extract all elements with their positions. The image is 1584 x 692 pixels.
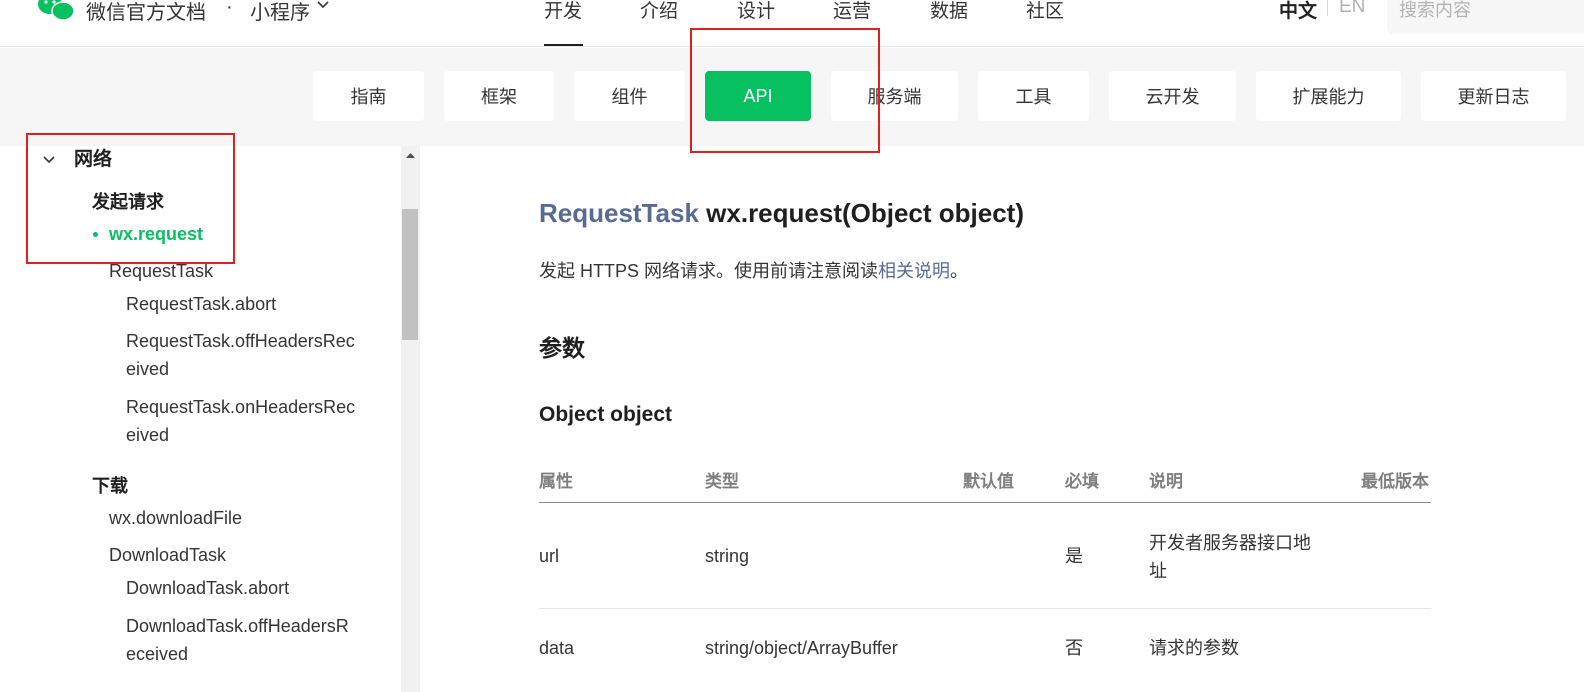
chevron-down-icon[interactable] (42, 153, 56, 167)
sidebar-scrollbar-thumb[interactable] (402, 209, 418, 340)
tab-guide[interactable]: 指南 (313, 71, 424, 121)
nav-design[interactable]: 设计 (737, 0, 775, 23)
table-header-desc: 说明 (1149, 472, 1183, 491)
sidebar-item-requesttask-onheaders-cont[interactable]: eived (126, 421, 169, 449)
return-type-link[interactable]: RequestTask (539, 198, 699, 228)
desc-text: 发起 HTTPS 网络请求。使用前请注意阅读 (539, 261, 879, 281)
table-header-default: 默认值 (963, 472, 1014, 491)
table-cell-required: 否 (1065, 638, 1083, 658)
sidebar-item-wx-request[interactable]: wx.request (109, 220, 203, 248)
product-selector[interactable]: 小程序 (250, 0, 310, 25)
lang-en-link[interactable]: EN (1339, 0, 1365, 18)
tab-api[interactable]: API (705, 71, 811, 121)
sidebar-item-requesttask-onheaders[interactable]: RequestTask.onHeadersRec (126, 393, 355, 421)
table-cell-required: 是 (1065, 546, 1083, 566)
tab-tools[interactable]: 工具 (978, 71, 1089, 121)
table-cell-type: string (705, 546, 750, 566)
active-bullet-icon (93, 232, 98, 237)
wechat-logo-icon[interactable] (36, 0, 76, 22)
tab-extensions[interactable]: 扩展能力 (1256, 71, 1401, 121)
search-placeholder: 搜索内容 (1399, 0, 1471, 20)
table-cell-desc-cont: 址 (1149, 561, 1167, 581)
nav-data[interactable]: 数据 (930, 0, 968, 23)
tab-framework[interactable]: 框架 (444, 71, 554, 121)
sidebar-item-downloadtask-offheaders-cont[interactable]: eceived (126, 640, 188, 668)
tab-server[interactable]: 服务端 (831, 71, 958, 121)
table-cell-type: string/object/ArrayBuffer (705, 638, 898, 658)
table-header-property: 属性 (539, 472, 573, 491)
table-cell-name: data (539, 638, 575, 658)
lang-zh-link[interactable]: 中文 (1279, 0, 1317, 23)
table-header-type: 类型 (705, 472, 739, 491)
brand-separator: · (226, 0, 233, 18)
table-cell-name: url (539, 546, 560, 566)
desc-suffix: 。 (950, 261, 969, 281)
object-heading: Object object (539, 403, 673, 426)
table-header-version: 最低版本 (1361, 472, 1429, 491)
lang-divider (1327, 0, 1328, 16)
sidebar-group-network[interactable]: 网络 (74, 146, 112, 174)
sidebar-item-downloadtask-offheaders[interactable]: DownloadTask.offHeadersR (126, 612, 349, 640)
table-header-required: 必填 (1065, 472, 1099, 491)
sidebar-section-request[interactable]: 发起请求 (92, 188, 164, 216)
sidebar-item-requesttask-offheaders[interactable]: RequestTask.offHeadersRec (126, 327, 355, 355)
page-title: RequestTask wx.request(Object object) (539, 198, 1024, 229)
nav-active-indicator (544, 44, 583, 46)
search-input[interactable]: 搜索内容 (1387, 0, 1584, 34)
tab-changelog[interactable]: 更新日志 (1421, 71, 1566, 121)
sidebar-item-wx-downloadfile[interactable]: wx.downloadFile (109, 504, 242, 532)
sidebar-item-requesttask-offheaders-cont[interactable]: eived (126, 355, 169, 383)
table-row-divider (539, 608, 1431, 609)
tab-cloud[interactable]: 云开发 (1109, 71, 1236, 121)
sidebar-item-requesttask[interactable]: RequestTask (109, 257, 213, 285)
nav-develop[interactable]: 开发 (544, 0, 582, 23)
sidebar-item-downloadtask[interactable]: DownloadTask (109, 541, 226, 569)
nav-community[interactable]: 社区 (1026, 0, 1064, 23)
function-signature: wx.request(Object object) (706, 198, 1024, 228)
nav-intro[interactable]: 介绍 (640, 0, 678, 23)
table-cell-desc: 请求的参数 (1149, 638, 1239, 658)
scroll-up-arrow-icon[interactable] (401, 148, 420, 164)
top-navbar: 微信官方文档 · 小程序 开发 介绍 设计 运营 数据 社区 中文 EN 搜索内… (0, 0, 1584, 47)
chevron-down-icon[interactable] (316, 0, 330, 12)
tab-components[interactable]: 组件 (574, 71, 685, 121)
nav-operation[interactable]: 运营 (833, 0, 871, 23)
page-description: 发起 HTTPS 网络请求。使用前请注意阅读相关说明。 (539, 257, 968, 283)
sidebar-item-downloadtask-abort[interactable]: DownloadTask.abort (126, 574, 289, 602)
table-header-divider (539, 502, 1431, 503)
related-docs-link[interactable]: 相关说明 (878, 261, 950, 281)
params-heading: 参数 (539, 335, 585, 361)
sidebar-item-requesttask-abort[interactable]: RequestTask.abort (126, 290, 276, 318)
sidebar-section-download[interactable]: 下载 (92, 472, 128, 500)
table-cell-desc: 开发者服务器接口地 (1149, 533, 1311, 553)
category-tabbar: 指南 框架 组件 API 服务端 工具 云开发 扩展能力 更新日志 (0, 48, 1584, 146)
brand-title[interactable]: 微信官方文档 (86, 0, 206, 25)
